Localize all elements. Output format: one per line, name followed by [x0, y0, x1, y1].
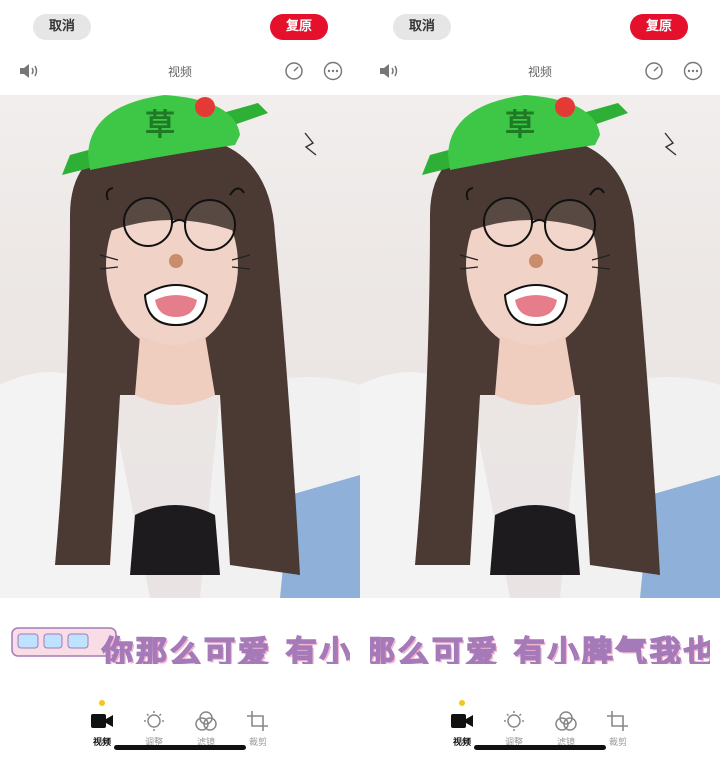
caption-text: 你那么可爱 有小脾气我也惯着你: [101, 634, 350, 664]
speed-dial-icon[interactable]: [644, 61, 664, 81]
bottom-tab-bar: 视频 调整 滤镜 裁剪: [360, 700, 720, 760]
home-indicator[interactable]: [114, 745, 246, 750]
caption-sticker[interactable]: 你那么可爱 有小脾气我也惯着你: [0, 598, 360, 674]
tab-video[interactable]: 视频: [442, 710, 482, 748]
video-toolbar: 视频: [360, 56, 720, 86]
caption-sticker[interactable]: 你那么可爱 有小脾气我也惯着你: [360, 598, 720, 674]
caption-text: 你那么可爱 有小脾气我也惯着你: [370, 634, 710, 664]
tab-crop[interactable]: 裁剪: [238, 710, 278, 748]
selfie-with-stickers: 草: [360, 95, 720, 598]
restore-button[interactable]: 复原: [270, 14, 328, 40]
more-options-icon[interactable]: [323, 61, 343, 81]
home-indicator[interactable]: [474, 745, 606, 750]
crop-icon: [247, 711, 268, 731]
more-options-icon[interactable]: [683, 61, 703, 81]
tab-video[interactable]: 视频: [82, 710, 122, 748]
video-preview[interactable]: 草: [360, 95, 720, 598]
tab-filter[interactable]: 滤镜: [186, 710, 226, 748]
selfie-with-stickers: 草: [0, 95, 360, 598]
adjust-brightness-icon: [144, 711, 164, 731]
bottom-tab-bar: 视频 调整 滤镜 裁剪: [0, 700, 360, 760]
editor-panel-left: 取消 复原 视频 草 你那么可爱 有小 视频 调整 滤镜 裁剪: [0, 0, 360, 784]
filter-icon: [555, 711, 577, 731]
editor-panel-right: 取消 复原 视频 草 那么可爱 有小脾气我也 视频 调整 滤镜 裁剪: [360, 0, 720, 784]
video-camera-icon: [451, 714, 473, 728]
caption-container: 你那么可爱 有小脾气我也惯着你: [370, 618, 710, 664]
caption-container: 你那么可爱 有小脾气我也惯着你: [10, 618, 350, 664]
video-preview[interactable]: 草: [0, 95, 360, 598]
toolbar-title: 视频: [167, 65, 192, 79]
hat-text: 草: [145, 108, 175, 143]
restore-button[interactable]: 复原: [630, 14, 688, 40]
hat-text: 草: [505, 108, 535, 143]
tab-adjust[interactable]: 调整: [494, 710, 534, 748]
toolbar-title: 视频: [527, 65, 552, 79]
filter-icon: [195, 711, 217, 731]
cancel-button[interactable]: 取消: [393, 14, 451, 40]
tab-filter[interactable]: 滤镜: [546, 710, 586, 748]
video-camera-icon: [91, 714, 113, 728]
tab-crop[interactable]: 裁剪: [598, 710, 638, 748]
crop-icon: [607, 711, 628, 731]
active-tab-indicator: [459, 700, 465, 706]
active-tab-indicator: [99, 700, 105, 706]
cancel-button[interactable]: 取消: [33, 14, 91, 40]
speed-dial-icon[interactable]: [284, 61, 304, 81]
tab-adjust[interactable]: 调整: [134, 710, 174, 748]
video-toolbar: 视频: [0, 56, 360, 86]
adjust-brightness-icon: [504, 711, 524, 731]
